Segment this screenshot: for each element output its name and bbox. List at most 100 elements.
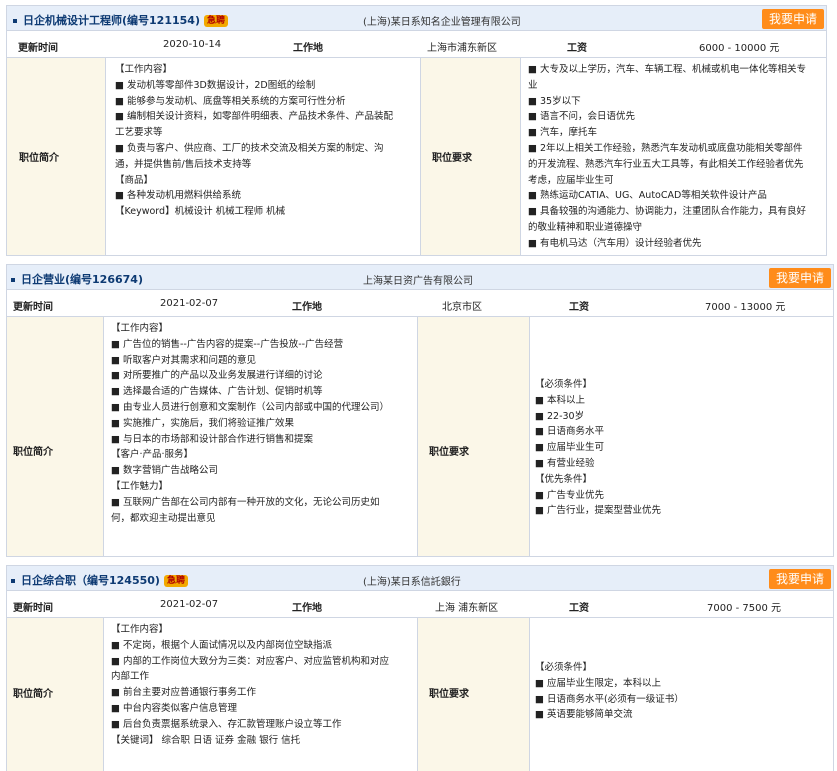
list-item: ■ 日语商务水平(必须有一级证书） [535, 693, 684, 705]
list-item: 【工作内容】 [111, 624, 169, 635]
info-row: 更新时间 2021-02-07 工作地 北京市区 工资 7000 - 13000… [7, 290, 833, 317]
list-item: ■ 编制相关设计资料，如零部件明细表、产品技术条件、产品装配 [115, 111, 393, 123]
list-item: ■ 汽车，摩托车 [528, 127, 597, 139]
req-label: 职位要求 [429, 689, 469, 700]
list-item: 通，并提供售前/售后技术支持等 [115, 158, 252, 170]
list-item: ■ 由专业人员进行创意和文案制作（公司内部或中国的代理公司） [111, 401, 389, 413]
updated-value: 2021-02-07 [160, 599, 219, 610]
desc-label: 职位简介 [19, 153, 59, 164]
salary-label: 工资 [569, 603, 589, 614]
req-label: 职位要求 [429, 447, 469, 458]
list-item: ■ 负责与客户、供应商、工厂的技术交流及相关方案的制定、沟 [115, 142, 384, 154]
list-item: ■ 前台主要对应普通银行事务工作 [111, 687, 256, 699]
job-requirements: ■ 大专及以上学历，汽车、车辆工程、机械或机电一体化等相关专 业 ■ 35岁以下… [528, 62, 806, 252]
salary-value: 7000 - 7500 元 [707, 603, 782, 614]
updated-value: 2020-10-14 [163, 39, 222, 50]
list-item: ■ 广告位的销售--广告内容的提案--广告投放--广告经营 [111, 338, 344, 350]
bullet-icon [11, 579, 15, 583]
updated-label: 更新时间 [18, 43, 58, 54]
desc-label: 职位简介 [13, 447, 53, 458]
job-title[interactable]: 日企营业(编号126674) [11, 271, 143, 287]
list-item: ■ 广告行业，提案型营业优先 [535, 505, 661, 517]
job-description: 【工作内容】 ■ 广告位的销售--广告内容的提案--广告投放--广告经营 ■ 听… [111, 321, 389, 526]
req-label: 职位要求 [432, 153, 472, 164]
list-item: ■ 2年以上相关工作经验，熟悉汽车发动机或底盘功能相关零部件 [528, 142, 803, 154]
list-item: 【必须条件】 [535, 662, 593, 673]
updated-value: 2021-02-07 [160, 298, 219, 309]
list-item: ■ 具备较强的沟通能力、协调能力，注重团队合作能力，具有良好 [528, 206, 806, 218]
desc-label: 职位简介 [13, 689, 53, 700]
list-item: 【必须条件】 [535, 379, 593, 390]
bullet-icon [13, 19, 17, 23]
list-item: ■ 各种发动机用燃料供给系统 [115, 190, 241, 202]
salary-label: 工资 [567, 43, 587, 54]
detail-row: 职位简介 职位要求 【工作内容】 ■ 不定岗，根据个人面试情况以及内部岗位空缺指… [7, 618, 833, 771]
list-item: ■ 选择最合适的广告媒体、广告计划、促销时机等 [111, 386, 323, 398]
job-title[interactable]: 日企机械设计工程师(编号121154) 急聘 [13, 12, 228, 28]
job-header: 日企综合职（编号124550) 急聘 (上海)某日系信託銀行 我要申请 [7, 566, 833, 591]
list-item: ■ 能够参与发动机、底盘等相关系统的方案可行性分析 [115, 95, 346, 107]
salary-value: 6000 - 10000 元 [699, 43, 780, 54]
list-item: ■ 22-30岁 [535, 410, 585, 422]
job-description: 【工作内容】 ■ 发动机等零部件3D数据设计，2D图纸的绘制 ■ 能够参与发动机… [115, 62, 393, 220]
list-item: ■ 有营业经验 [535, 457, 595, 469]
list-item: 【关键词】 综合职 日语 证券 金融 银行 信托 [111, 734, 301, 746]
job-header: 日企营业(编号126674) 上海某日资广告有限公司 我要申请 [7, 265, 833, 290]
list-item: 内部工作 [111, 671, 150, 683]
list-item: 的敬业精神和职业道德操守 [528, 221, 643, 233]
list-item: ■ 本科以上 [535, 394, 585, 406]
info-row: 更新时间 2021-02-07 工作地 上海 浦东新区 工资 7000 - 75… [7, 591, 833, 618]
detail-row: 职位简介 职位要求 【工作内容】 ■ 广告位的销售--广告内容的提案--广告投放… [7, 317, 833, 556]
list-item: 【客户·产品·服务】 [111, 449, 194, 461]
company-name: 上海某日资广告有限公司 [363, 276, 473, 287]
job-title[interactable]: 日企综合职（编号124550) 急聘 [11, 572, 188, 588]
location-label: 工作地 [293, 43, 323, 54]
urgent-badge: 急聘 [203, 15, 228, 27]
list-item: 考虑，应届毕业生可 [528, 174, 614, 186]
list-item: ■ 听取客户对其需求和问题的意见 [111, 354, 256, 366]
bullet-icon [11, 278, 15, 282]
job-card-3: 日企综合职（编号124550) 急聘 (上海)某日系信託銀行 我要申请 更新时间 … [6, 565, 834, 771]
list-item: ■ 大专及以上学历，汽车、车辆工程、机械或机电一体化等相关专 [528, 64, 806, 75]
list-item: 工艺要求等 [115, 127, 163, 139]
updated-label: 更新时间 [13, 603, 53, 614]
apply-button[interactable]: 我要申请 [761, 9, 824, 29]
list-item: 【Keyword】机械设计 机械工程师 机械 [115, 206, 286, 218]
location-label: 工作地 [292, 603, 322, 614]
list-item: 【工作魅力】 [111, 480, 169, 492]
company-name: (上海)某日系信託銀行 [363, 577, 461, 588]
list-item: ■ 互联网广告部在公司内部有一种开放的文化，无论公司历史如 [111, 496, 380, 508]
job-requirements: 【必须条件】 ■ 本科以上 ■ 22-30岁 ■ 日语商务水平 ■ 应届毕业生可… [535, 377, 661, 519]
list-item: ■ 日语商务水平 [535, 426, 604, 438]
list-item: ■ 中台内容类似客户信息管理 [111, 702, 237, 714]
list-item: 业 [528, 79, 538, 91]
list-item: 的开发流程、熟悉汽车行业五大工具等，有此相关工作经验者优先 [528, 158, 804, 170]
updated-label: 更新时间 [13, 302, 53, 313]
list-item: ■ 35岁以下 [528, 95, 581, 107]
list-item: ■ 应届毕业生可 [535, 442, 604, 454]
salary-label: 工资 [569, 302, 589, 313]
location-value: 上海 浦东新区 [435, 603, 499, 614]
job-card-1: 日企机械设计工程师(编号121154) 急聘 (上海)某日系知名企业管理有限公司 … [6, 5, 827, 256]
apply-button[interactable]: 我要申请 [768, 268, 831, 288]
job-description: 【工作内容】 ■ 不定岗，根据个人面试情况以及内部岗位空缺指派 ■ 内部的工作岗… [111, 622, 389, 748]
info-row: 更新时间 2020-10-14 工作地 上海市浦东新区 工资 6000 - 10… [7, 31, 826, 58]
job-header: 日企机械设计工程师(编号121154) 急聘 (上海)某日系知名企业管理有限公司 … [7, 6, 826, 31]
list-item: ■ 对所要推广的产品以及业务发展进行详细的讨论 [111, 370, 323, 382]
list-item: ■ 后台负责票据系统录入、存汇款管理账户设立等工作 [111, 718, 342, 730]
list-item: ■ 内部的工作岗位大致分为三类：对应客户、对应监管机构和对应 [111, 655, 389, 667]
apply-button[interactable]: 我要申请 [768, 569, 831, 589]
location-value: 上海市浦东新区 [427, 43, 497, 54]
list-item: ■ 与日本的市场部和设计部合作进行销售和提案 [111, 433, 313, 445]
list-item: ■ 有电机马达（汽车用）设计经验者优先 [528, 237, 702, 249]
list-item: ■ 应届毕业生限定，本科以上 [535, 677, 661, 689]
list-item: ■ 数字营销广告战略公司 [111, 465, 218, 477]
list-item: ■ 熟练运动CATIA、UG、AutoCAD等相关软件设计产品 [528, 190, 767, 202]
list-item: ■ 语言不问，会日语优先 [528, 111, 635, 123]
list-item: ■ 发动机等零部件3D数据设计，2D图纸的绘制 [115, 79, 316, 91]
list-item: ■ 英语要能够简单交流 [535, 709, 633, 721]
list-item: ■ 实施推广，实施后，我们将验证推广效果 [111, 417, 294, 429]
list-item: 【商品】 [115, 174, 154, 186]
salary-value: 7000 - 13000 元 [705, 302, 786, 313]
list-item: 何，都欢迎主动提出意见 [111, 512, 216, 524]
